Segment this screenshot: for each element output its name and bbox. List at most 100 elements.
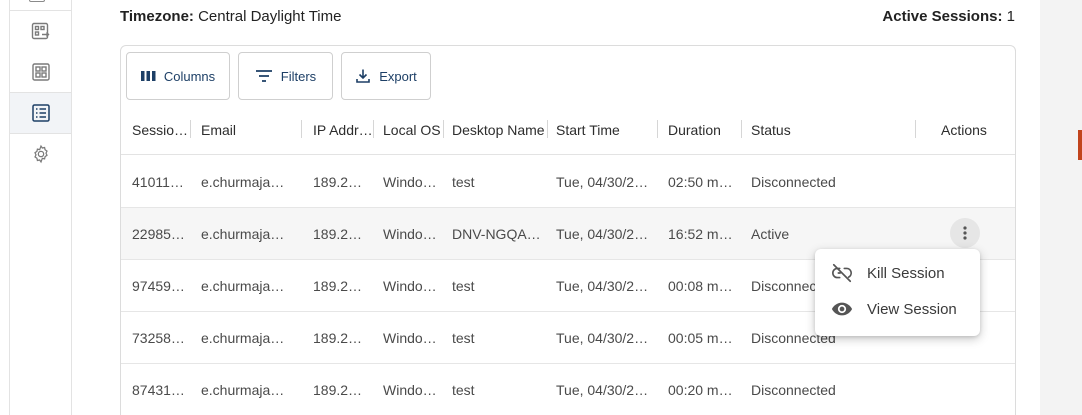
column-resizer[interactable] [373, 120, 374, 138]
sidebar-item-apps[interactable] [10, 12, 71, 52]
active-sessions-count: 1 [1006, 8, 1015, 25]
columns-button-label: Columns [163, 68, 216, 84]
cell-desktop-name: test [452, 278, 475, 294]
cell-local-os: Windo… [383, 278, 437, 294]
cell-email: e.churmaja… [201, 174, 285, 190]
cell-duration: 02:50 m… [668, 174, 733, 190]
column-header-status[interactable]: Status [751, 104, 791, 155]
cell-ip-address: 189.2… [313, 278, 363, 294]
column-header-session[interactable]: Sessio… [132, 104, 188, 155]
column-header-local-os[interactable]: Local OS [383, 104, 441, 155]
table-row[interactable]: 87431… e.churmaja… 189.2… Windo… test Tu… [121, 364, 1015, 415]
active-sessions-info: Active Sessions: 1 [882, 8, 1015, 25]
export-button[interactable]: Export [341, 52, 431, 100]
column-header-desktop-name[interactable]: Desktop Name [452, 104, 545, 155]
partial-top-icon [29, 0, 45, 2]
row-actions-button[interactable] [950, 218, 980, 248]
sessions-grid: Columns Filters Export Sessio… Email IP … [120, 45, 1016, 415]
cell-start-time: Tue, 04/30/2… [556, 278, 649, 294]
column-header-email[interactable]: Email [201, 104, 236, 155]
timezone-value: Central Daylight Time [198, 8, 342, 25]
column-resizer[interactable] [741, 120, 742, 138]
table-row[interactable]: 41011… e.churmaja… 189.2… Windo… test Tu… [121, 156, 1015, 208]
cell-duration: 00:08 m… [668, 278, 733, 294]
cell-local-os: Windo… [383, 174, 437, 190]
column-resizer[interactable] [443, 120, 444, 138]
cell-local-os: Windo… [383, 330, 437, 346]
cell-session-id: 87431… [132, 382, 185, 398]
cell-start-time: Tue, 04/30/2… [556, 330, 649, 346]
sessions-list-icon [31, 104, 50, 122]
column-header-duration[interactable]: Duration [668, 104, 721, 155]
left-edge-strip [0, 0, 10, 415]
cell-email: e.churmaja… [201, 330, 285, 346]
cell-desktop-name: test [452, 174, 475, 190]
cell-email: e.churmaja… [201, 382, 285, 398]
active-sessions-label: Active Sessions: [882, 8, 1003, 25]
cell-desktop-name: test [452, 330, 475, 346]
cell-duration: 00:20 m… [668, 382, 733, 398]
download-icon [356, 69, 371, 83]
sessions-main: Timezone: Central Daylight Time Active S… [72, 0, 1040, 415]
launch-app-icon [31, 22, 49, 40]
cell-email: e.churmaja… [201, 226, 285, 242]
cell-session-id: 22985… [132, 226, 185, 242]
cell-ip-address: 189.2… [313, 174, 363, 190]
cell-session-id: 97459… [132, 278, 185, 294]
gear-icon [33, 144, 48, 164]
cell-local-os: Windo… [383, 226, 437, 242]
column-resizer[interactable] [657, 120, 658, 138]
column-header-start-time[interactable]: Start Time [556, 104, 620, 155]
column-header-ip-address[interactable]: IP Addr… [313, 104, 373, 155]
cell-ip-address: 189.2… [313, 382, 363, 398]
view-session-label: View Session [867, 300, 957, 318]
cell-ip-address: 189.2… [313, 330, 363, 346]
kill-session-menu-item[interactable]: Kill Session [815, 255, 980, 291]
eye-icon [831, 302, 853, 316]
cell-start-time: Tue, 04/30/2… [556, 174, 649, 190]
cell-start-time: Tue, 04/30/2… [556, 382, 649, 398]
cell-start-time: Tue, 04/30/2… [556, 226, 649, 242]
column-resizer[interactable] [1015, 120, 1016, 138]
cell-session-id: 73258… [132, 330, 185, 346]
cell-local-os: Windo… [383, 382, 437, 398]
cell-desktop-name: DNV-NGQA… [452, 226, 541, 242]
sidebar-item-settings[interactable] [10, 134, 71, 174]
column-header-actions: Actions [941, 121, 987, 138]
cell-email: e.churmaja… [201, 278, 285, 294]
grid-toolbar: Columns Filters Export [121, 46, 1015, 104]
cell-status: Disconnected [751, 174, 836, 190]
timezone-info: Timezone: Central Daylight Time [120, 8, 341, 25]
dashboard-grid-icon [31, 63, 50, 81]
columns-button[interactable]: Columns [126, 52, 230, 100]
cell-duration: 16:52 m… [668, 226, 733, 242]
cell-desktop-name: test [452, 382, 475, 398]
column-resizer[interactable] [190, 120, 191, 138]
column-resizer[interactable] [547, 120, 548, 138]
more-vert-icon [963, 226, 967, 240]
sidebar-item-sessions[interactable] [10, 92, 71, 134]
filter-icon [255, 70, 272, 82]
cell-status: Disconnected [751, 382, 836, 398]
sidebar-divider [10, 10, 71, 11]
link-off-icon [832, 263, 852, 283]
sidebar-nav [10, 0, 72, 415]
column-resizer[interactable] [301, 120, 302, 138]
kill-session-label: Kill Session [867, 264, 945, 282]
filters-button-label: Filters [280, 68, 317, 84]
sidebar-item-dashboard[interactable] [10, 52, 71, 92]
view-session-menu-item[interactable]: View Session [815, 291, 980, 327]
cell-session-id: 41011… [132, 174, 184, 190]
timezone-label: Timezone: [120, 8, 194, 25]
right-background-panel [1040, 0, 1082, 415]
cell-duration: 00:05 m… [668, 330, 733, 346]
cell-ip-address: 189.2… [313, 226, 363, 242]
export-button-label: Export [379, 68, 417, 84]
row-actions-menu: Kill Session View Session [815, 249, 980, 336]
right-edge-accent [1078, 130, 1082, 160]
column-resizer[interactable] [915, 120, 916, 138]
filters-button[interactable]: Filters [238, 52, 333, 100]
table-header: Sessio… Email IP Addr… Local OS Desktop … [121, 104, 1015, 155]
columns-icon [140, 71, 156, 81]
cell-status: Active [751, 226, 790, 242]
